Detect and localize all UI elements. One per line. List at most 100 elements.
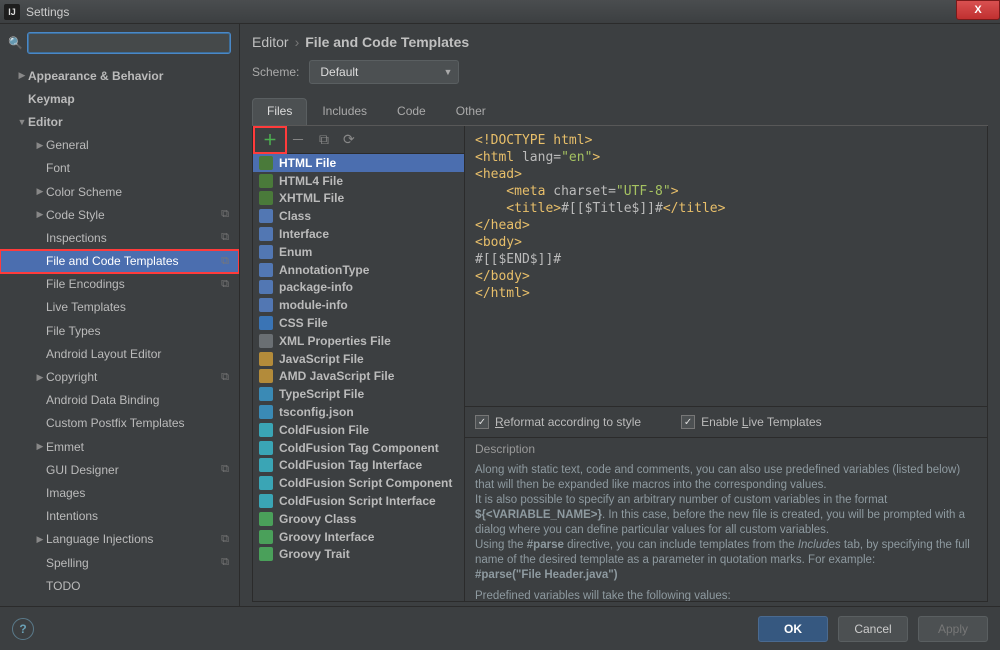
template-list-item[interactable]: Enum <box>253 243 464 261</box>
template-list-item[interactable]: ColdFusion File <box>253 421 464 439</box>
sidebar-item[interactable]: ▶Emmet <box>0 435 239 458</box>
chevron-down-icon: ▼ <box>443 67 452 77</box>
scheme-dropdown[interactable]: Default ▼ <box>309 60 459 84</box>
template-list-item[interactable]: HTML4 File <box>253 172 464 190</box>
settings-tree[interactable]: ▶Appearance & BehaviorKeymap▼Editor▶Gene… <box>0 64 239 606</box>
sidebar-item[interactable]: Images <box>0 481 239 504</box>
template-code-editor[interactable]: <!DOCTYPE html><html lang="en"><head> <m… <box>465 126 987 406</box>
add-template-icon[interactable]: ＋ <box>263 130 277 150</box>
sidebar-item[interactable]: Android Data Binding <box>0 389 239 412</box>
template-list-item[interactable]: ColdFusion Script Component <box>253 474 464 492</box>
tab-files[interactable]: Files <box>252 98 307 125</box>
template-item-label: Interface <box>279 227 329 241</box>
reset-template-icon[interactable]: ⟳ <box>343 131 355 148</box>
template-item-label: package-info <box>279 280 353 294</box>
template-item-label: XHTML File <box>279 191 344 205</box>
template-list-item[interactable]: module-info <box>253 296 464 314</box>
template-list-item[interactable]: ColdFusion Tag Interface <box>253 457 464 475</box>
template-item-label: CSS File <box>279 316 328 330</box>
template-list-item[interactable]: Groovy Class <box>253 510 464 528</box>
scope-icon: ⧉ <box>221 278 229 291</box>
file-type-icon <box>259 476 273 490</box>
apply-button[interactable]: Apply <box>918 616 988 642</box>
sidebar-item-label: File Encodings <box>46 277 125 291</box>
sidebar-item[interactable]: Font <box>0 157 239 180</box>
tab-code[interactable]: Code <box>382 98 441 125</box>
template-item-label: ColdFusion Script Component <box>279 476 452 490</box>
settings-search-input[interactable] <box>27 32 231 54</box>
tree-arrow-icon: ▶ <box>16 70 28 81</box>
template-list-item[interactable]: JavaScript File <box>253 350 464 368</box>
template-list-item[interactable]: tsconfig.json <box>253 403 464 421</box>
settings-sidebar: 🔍 ▶Appearance & BehaviorKeymap▼Editor▶Ge… <box>0 24 240 606</box>
template-item-label: Enum <box>279 245 312 259</box>
sidebar-item[interactable]: ▼Editor <box>0 110 239 133</box>
sidebar-item-label: File and Code Templates <box>46 254 179 268</box>
template-list-item[interactable]: ColdFusion Script Interface <box>253 492 464 510</box>
tree-arrow-icon: ▶ <box>34 186 46 197</box>
sidebar-item-label: Custom Postfix Templates <box>46 416 185 430</box>
file-type-icon <box>259 387 273 401</box>
sidebar-item[interactable]: ▶Language Injections⧉ <box>0 528 239 551</box>
template-list-item[interactable]: package-info <box>253 279 464 297</box>
template-list-pane: ＋ － ⧉ ⟳ HTML FileHTML4 FileXHTML File Cla… <box>253 126 465 601</box>
sidebar-item[interactable]: Keymap <box>0 87 239 110</box>
file-type-icon <box>259 423 273 437</box>
template-list[interactable]: HTML FileHTML4 FileXHTML File Class Interf… <box>253 154 464 601</box>
sidebar-item[interactable]: ▶General <box>0 134 239 157</box>
file-type-icon <box>259 458 273 472</box>
scope-icon: ⧉ <box>221 255 229 268</box>
template-list-item[interactable]: Interface <box>253 225 464 243</box>
enable-live-templates-checkbox[interactable]: ✓ Enable Live Templates <box>681 415 822 429</box>
template-list-item[interactable]: AMD JavaScript File <box>253 368 464 386</box>
sidebar-item[interactable]: GUI Designer⧉ <box>0 458 239 481</box>
copy-template-icon[interactable]: ⧉ <box>319 131 329 148</box>
sidebar-item-label: Code Style <box>46 208 105 222</box>
template-list-item[interactable]: ColdFusion Tag Component <box>253 439 464 457</box>
template-item-label: ColdFusion Script Interface <box>279 494 436 508</box>
template-item-label: ColdFusion File <box>279 423 369 437</box>
help-button[interactable]: ? <box>12 618 34 640</box>
sidebar-item[interactable]: ▶Copyright⧉ <box>0 365 239 388</box>
template-list-item[interactable]: XML Properties File <box>253 332 464 350</box>
sidebar-item[interactable]: Custom Postfix Templates <box>0 412 239 435</box>
sidebar-item[interactable]: Spelling⧉ <box>0 551 239 574</box>
tab-includes[interactable]: Includes <box>307 98 382 125</box>
template-item-label: Groovy Trait <box>279 547 350 561</box>
sidebar-item[interactable]: Inspections⧉ <box>0 226 239 249</box>
reformat-checkbox[interactable]: ✓ Reformat according to style <box>475 415 641 429</box>
file-type-icon <box>259 352 273 366</box>
template-list-item[interactable]: HTML File <box>253 154 464 172</box>
sidebar-item[interactable]: ▶Appearance & Behavior <box>0 64 239 87</box>
sidebar-item[interactable]: ▶Code Style⧉ <box>0 203 239 226</box>
file-type-icon <box>259 512 273 526</box>
sidebar-item[interactable]: TODO <box>0 574 239 597</box>
sidebar-item-label: Live Templates <box>46 300 126 314</box>
scope-icon: ⧉ <box>221 371 229 384</box>
ok-button[interactable]: OK <box>758 616 828 642</box>
sidebar-item[interactable]: Intentions <box>0 505 239 528</box>
cancel-button[interactable]: Cancel <box>838 616 908 642</box>
template-list-item[interactable]: CSS File <box>253 314 464 332</box>
template-list-item[interactable]: Class <box>253 207 464 225</box>
template-list-item[interactable]: TypeScript File <box>253 385 464 403</box>
sidebar-item[interactable]: Android Layout Editor <box>0 342 239 365</box>
template-list-item[interactable]: Groovy Interface <box>253 528 464 546</box>
template-list-item[interactable]: Groovy Trait <box>253 546 464 564</box>
file-type-icon <box>259 530 273 544</box>
template-item-label: Groovy Class <box>279 512 356 526</box>
template-item-label: ColdFusion Tag Interface <box>279 458 422 472</box>
sidebar-item[interactable]: File Types <box>0 319 239 342</box>
window-close-button[interactable]: X <box>956 0 1000 20</box>
sidebar-item[interactable]: File and Code Templates ⧉ <box>0 250 239 273</box>
remove-template-icon[interactable]: － <box>291 130 305 150</box>
template-list-item[interactable]: AnnotationType <box>253 261 464 279</box>
file-type-icon <box>259 494 273 508</box>
template-list-item[interactable]: XHTML File <box>253 190 464 208</box>
sidebar-item[interactable]: File Encodings ⧉ <box>0 273 239 296</box>
sidebar-item[interactable]: ▶Color Scheme <box>0 180 239 203</box>
file-type-icon <box>259 298 273 312</box>
footer: ? OK Cancel Apply <box>0 606 1000 650</box>
sidebar-item[interactable]: Live Templates <box>0 296 239 319</box>
tab-other[interactable]: Other <box>441 98 501 125</box>
